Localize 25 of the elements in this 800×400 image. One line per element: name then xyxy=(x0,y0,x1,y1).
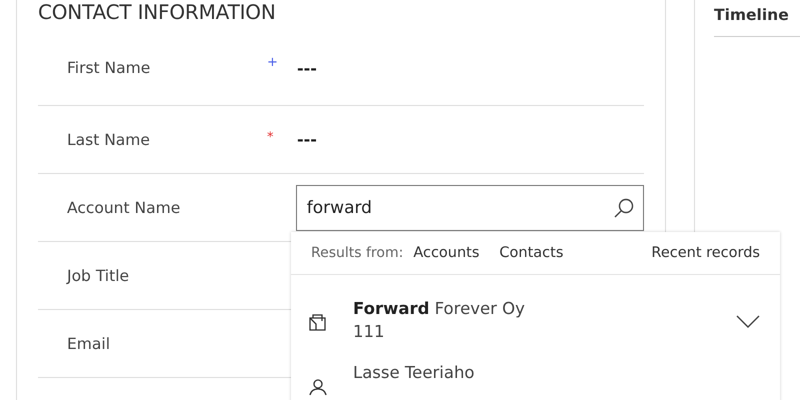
field-value[interactable]: --- xyxy=(297,130,317,149)
field-label: Email xyxy=(66,334,112,352)
field-label: Account Name xyxy=(66,198,182,216)
contact-icon xyxy=(309,378,327,396)
result-name: Lasse Teeriaho xyxy=(353,363,476,382)
results-label: Results from: xyxy=(311,245,404,261)
section-title: CONTACT INFORMATION xyxy=(38,0,277,26)
field-value[interactable]: --- xyxy=(297,58,317,78)
search-icon[interactable] xyxy=(613,196,636,218)
result-name: Forward Forever Oy xyxy=(353,299,526,318)
recent-records-link[interactable]: Recent records xyxy=(651,245,760,261)
field-label: First Name xyxy=(66,59,152,77)
required-marker: + xyxy=(267,55,278,70)
timeline-title: Timeline xyxy=(714,6,800,37)
chevron-down-icon[interactable] xyxy=(736,315,760,329)
account-icon xyxy=(309,314,327,332)
required-marker: * xyxy=(267,130,274,145)
result-subtitle: 111 xyxy=(353,322,386,341)
field-label: Job Title xyxy=(65,266,130,284)
result-item[interactable]: Forward Forever Oy 111 xyxy=(291,275,780,351)
filter-link[interactable]: Accounts xyxy=(413,245,480,261)
result-item[interactable]: Lasse Teeriaho xyxy=(291,351,780,400)
lookup-field[interactable]: forward xyxy=(296,184,644,230)
filter-link[interactable]: Contacts xyxy=(499,245,564,261)
field-label: Last Name xyxy=(66,130,151,148)
